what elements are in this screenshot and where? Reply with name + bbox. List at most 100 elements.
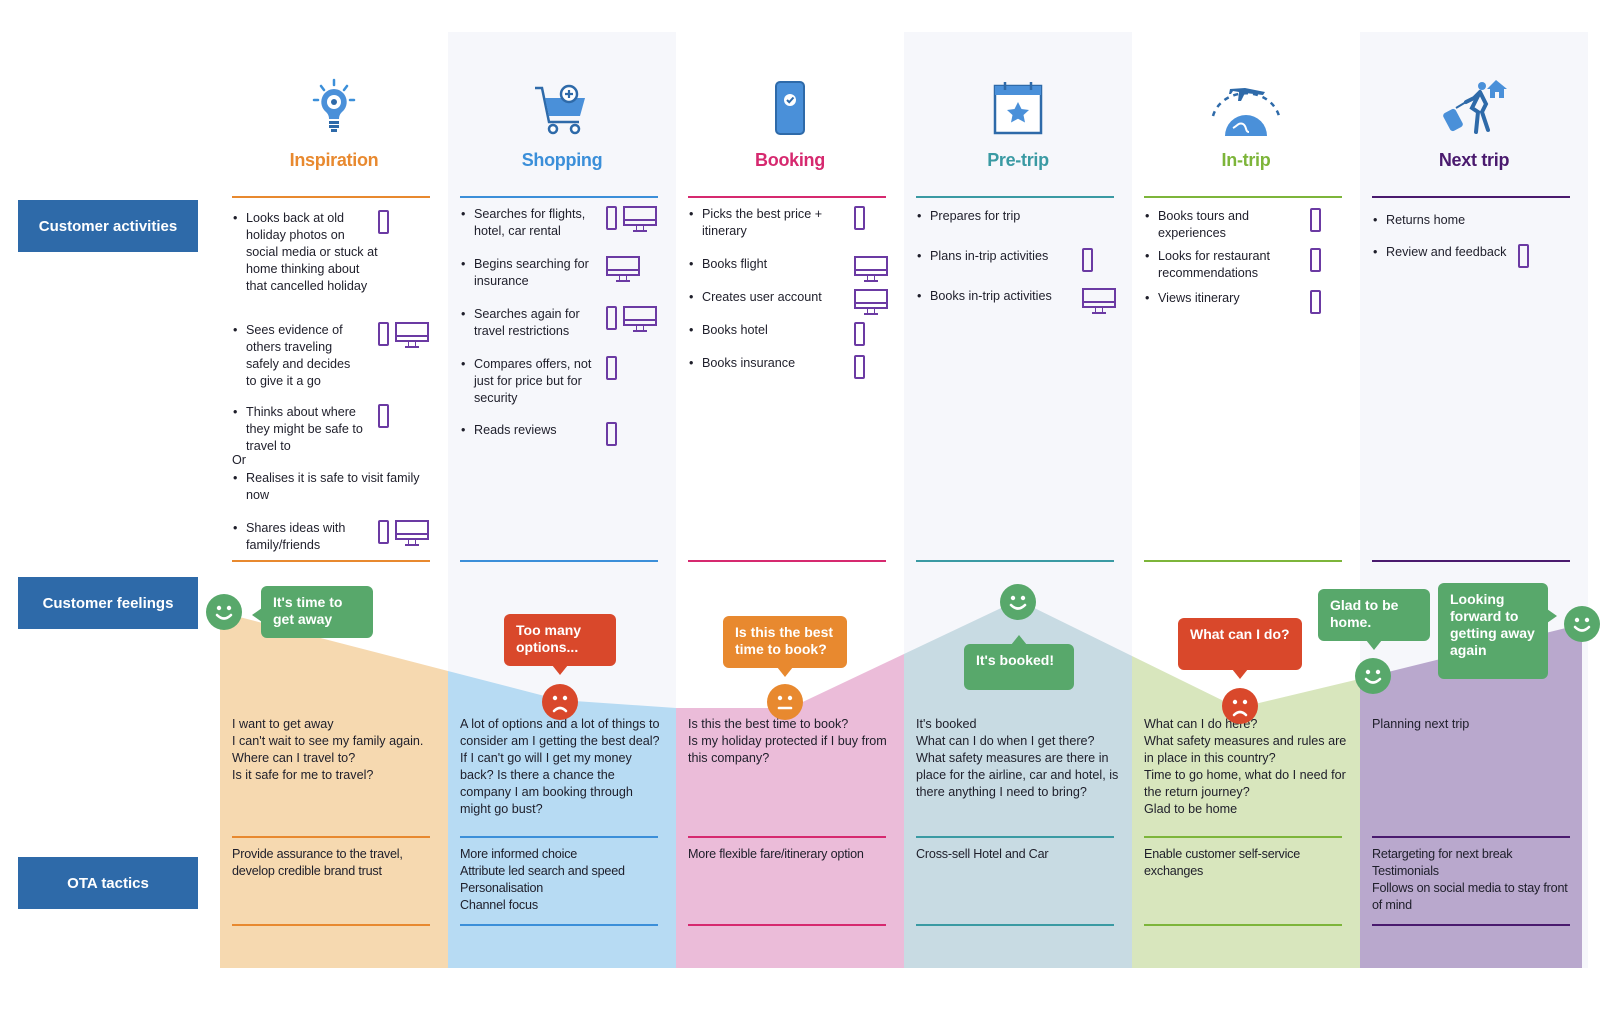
activity-label: Compares offers, not just for price but … — [474, 357, 592, 405]
device-icons — [854, 322, 865, 346]
activity-text: Thinks about where they might be safe to… — [232, 404, 438, 455]
stage-title-inspiration: Inspiration — [289, 150, 379, 170]
device-icons — [854, 289, 888, 315]
bubble-tail — [1547, 609, 1557, 623]
speech-bubble: Is this the best time to book? — [723, 616, 847, 677]
shopping-cart-icon — [448, 70, 676, 136]
face-sad-icon — [542, 684, 578, 720]
activity-label: Looks back at old holiday photos on soci… — [246, 211, 378, 293]
stage-divider-booking — [688, 836, 886, 838]
face-neutral-icon — [767, 684, 803, 720]
speech-bubble: It's booked! — [964, 635, 1074, 690]
stage-divider-next-trip — [1372, 836, 1570, 838]
stage-divider-in-trip — [1144, 196, 1342, 198]
stage-header-shopping: Shopping — [448, 70, 676, 171]
desktop-device-icon — [606, 256, 640, 282]
activity-item-in-trip: Views itinerary — [1144, 290, 1350, 323]
feeling-description-inspiration: I want to get away I can't wait to see m… — [232, 717, 424, 782]
device-icons — [854, 256, 888, 282]
activity-label: Reads reviews — [474, 423, 557, 437]
feeling-description-pre-trip: It's booked What can I do when I get the… — [916, 717, 1119, 799]
mobile-device-icon — [378, 520, 389, 544]
activity-text: Review and feedback — [1372, 244, 1578, 261]
bubble-text: Too many options... — [516, 622, 582, 655]
activity-label: Review and feedback — [1386, 245, 1507, 259]
stage-divider-inspiration — [232, 924, 430, 926]
activity-label: Thinks about where they might be safe to… — [246, 405, 363, 453]
device-icons — [606, 206, 657, 232]
mobile-device-icon — [1082, 248, 1093, 272]
ota-tactic-shopping: More informed choice Attribute led searc… — [460, 847, 625, 912]
activity-item-shopping: Begins searching for insurance — [460, 256, 666, 306]
device-icons — [606, 256, 640, 282]
activity-item-inspiration: Sees evidence of others traveling safely… — [232, 322, 438, 406]
face-happy-icon — [1564, 606, 1600, 642]
activity-text: Reads reviews — [460, 422, 666, 439]
desktop-device-icon — [623, 206, 657, 232]
activity-label: Books tours and experiences — [1158, 209, 1250, 240]
mobile-device-icon — [606, 422, 617, 446]
activity-label: Books in-trip activities — [930, 289, 1052, 303]
speech-bubble: Looking forward to getting away again — [1438, 583, 1557, 679]
activity-item-booking: Books flight — [688, 256, 894, 289]
row-label-customer-feelings: Customer feelings — [18, 577, 198, 629]
ota-tactic-next-trip: Retargeting for next break Testimonials … — [1372, 847, 1568, 912]
mobile-device-icon — [378, 322, 389, 346]
device-icons — [1082, 248, 1093, 272]
activity-label: Searches again for travel restrictions — [474, 307, 580, 338]
activity-item-shopping: Searches again for travel restrictions — [460, 306, 666, 356]
activity-item-pre-trip: Plans in-trip activities — [916, 248, 1122, 281]
bubble-text: Looking forward to getting away again — [1450, 591, 1535, 658]
stage-divider-shopping — [460, 924, 658, 926]
stage-divider-in-trip — [1144, 924, 1342, 926]
activity-label: Picks the best price + itinerary — [702, 207, 823, 238]
lightbulb-gear-icon — [220, 70, 448, 136]
bubble-tail — [1011, 635, 1027, 645]
stage-title-shopping: Shopping — [521, 150, 603, 170]
face-happy-icon — [1000, 584, 1036, 620]
activity-item-pre-trip: Prepares for trip — [916, 208, 1122, 241]
stage-divider-in-trip — [1144, 560, 1342, 562]
ota-tactic-inspiration: Provide assurance to the travel, develop… — [232, 847, 403, 878]
row-label-customer-activities: Customer activities — [18, 200, 198, 252]
speech-bubble: It's time to get away — [252, 586, 373, 638]
bubble-tail — [552, 665, 568, 675]
device-icons — [378, 210, 389, 234]
device-icons — [378, 322, 429, 348]
stage-divider-pre-trip — [916, 836, 1114, 838]
device-icons — [378, 404, 389, 428]
bubble-text: Glad to be home. — [1330, 597, 1399, 630]
activity-label: Prepares for trip — [930, 209, 1021, 223]
feeling-description-next-trip: Planning next trip — [1372, 717, 1470, 731]
mobile-device-icon — [1310, 208, 1321, 232]
device-icons — [1310, 208, 1321, 232]
stage-divider-shopping — [460, 836, 658, 838]
face-happy-icon — [206, 594, 242, 630]
stage-divider-booking — [688, 924, 886, 926]
activity-text: Returns home — [1372, 212, 1578, 229]
bubble-text: It's booked! — [976, 652, 1054, 668]
mobile-device-icon — [606, 356, 617, 380]
stage-divider-shopping — [460, 196, 658, 198]
stage-divider-next-trip — [1372, 560, 1570, 562]
bubble-text: Is this the best time to book? — [735, 624, 834, 657]
activity-item-inspiration: Shares ideas with family/friends — [232, 520, 438, 570]
device-icons — [606, 306, 657, 332]
stage-header-pre-trip: Pre-trip — [904, 70, 1132, 171]
activity-label: Realises it is safe to visit family now — [246, 471, 420, 502]
feeling-area-inspiration — [220, 612, 448, 968]
bubble-text: It's time to get away — [273, 594, 343, 627]
stage-header-in-trip: In-trip — [1132, 70, 1360, 171]
stage-title-booking: Booking — [755, 150, 825, 170]
face-sad-icon — [1222, 688, 1258, 724]
ota-tactic-in-trip: Enable customer self-service exchanges — [1144, 847, 1301, 878]
activity-item-inspiration: Looks back at old holiday photos on soci… — [232, 210, 438, 311]
activity-item-inspiration: Or — [232, 452, 438, 469]
activity-label: Shares ideas with family/friends — [246, 521, 346, 552]
mobile-device-icon — [1310, 290, 1321, 314]
phone-check-icon — [676, 70, 904, 136]
bubble-tail — [1366, 640, 1382, 650]
device-icons — [1518, 244, 1529, 268]
stage-divider-pre-trip — [916, 196, 1114, 198]
activity-text: Or — [232, 452, 438, 469]
